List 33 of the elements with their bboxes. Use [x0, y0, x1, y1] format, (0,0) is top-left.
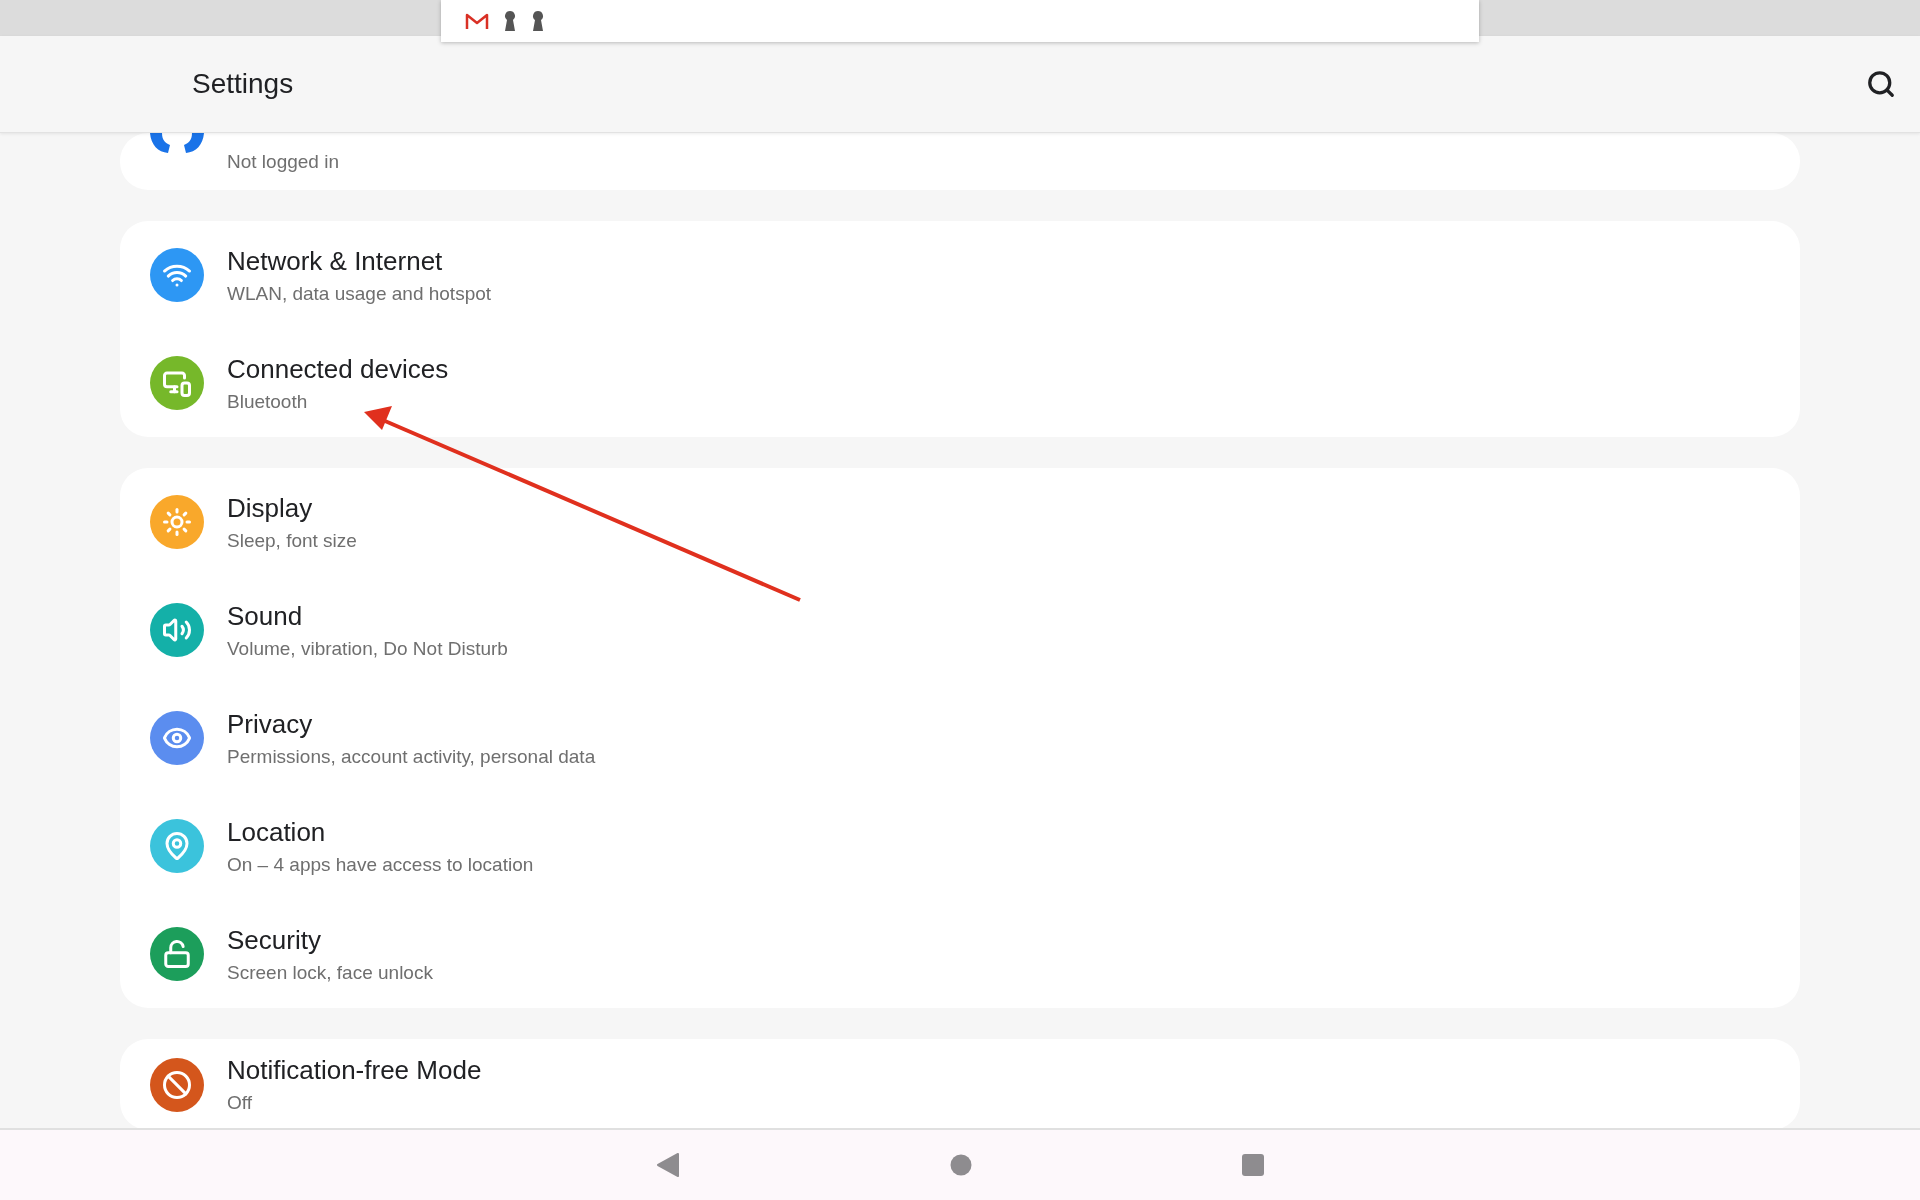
settings-item[interactable]: Connected devices Bluetooth	[120, 329, 1800, 437]
settings-item[interactable]: Notification-free Mode Off	[120, 1039, 1800, 1128]
item-subtitle: Off	[227, 1092, 253, 1114]
item-title: Connected devices	[227, 353, 449, 385]
item-subtitle: Sleep, font size	[227, 529, 357, 552]
search-icon	[1866, 69, 1896, 99]
item-title: Network & Internet	[227, 245, 444, 277]
item-subtitle: On – 4 apps have access to location	[227, 853, 534, 876]
item-subtitle: Screen lock, face unlock	[227, 961, 433, 984]
settings-item[interactable]: Display Sleep, font size	[120, 468, 1800, 576]
settings-item[interactable]: Location On – 4 apps have access to location	[120, 792, 1800, 900]
item-subtitle: Not logged in	[227, 150, 339, 173]
settings-item[interactable]: Security Screen lock, face unlock	[120, 900, 1800, 1008]
item-title: Location	[227, 816, 327, 848]
keyhole-icon	[503, 10, 517, 32]
app-bar-title: Settings	[192, 68, 294, 100]
settings-item[interactable]: Not logged in	[120, 133, 1800, 190]
item-subtitle: Volume, vibration, Do Not Disturb	[227, 637, 508, 660]
item-subtitle: WLAN, data usage and hotspot	[227, 282, 492, 305]
item-subtitle: Bluetooth	[227, 390, 309, 413]
back-button[interactable]	[656, 1152, 680, 1178]
item-title: Privacy	[227, 708, 314, 740]
settings-item[interactable]: Sound Volume, vibration, Do Not Disturb	[120, 576, 1800, 684]
keyhole-icon	[531, 10, 545, 32]
item-title: Security	[227, 924, 322, 956]
item-subtitle: Permissions, account activity, personal data	[227, 745, 596, 768]
settings-item[interactable]: Network & Internet WLAN, data usage and hotspot	[120, 221, 1800, 329]
mail-icon	[465, 12, 489, 30]
item-title: Notification-free Mode	[227, 1055, 482, 1086]
item-title: Sound	[227, 600, 304, 632]
settings-item[interactable]: Privacy Permissions, account activity, personal data	[120, 684, 1800, 792]
home-button[interactable]	[950, 1154, 972, 1176]
item-title: Display	[227, 492, 314, 524]
